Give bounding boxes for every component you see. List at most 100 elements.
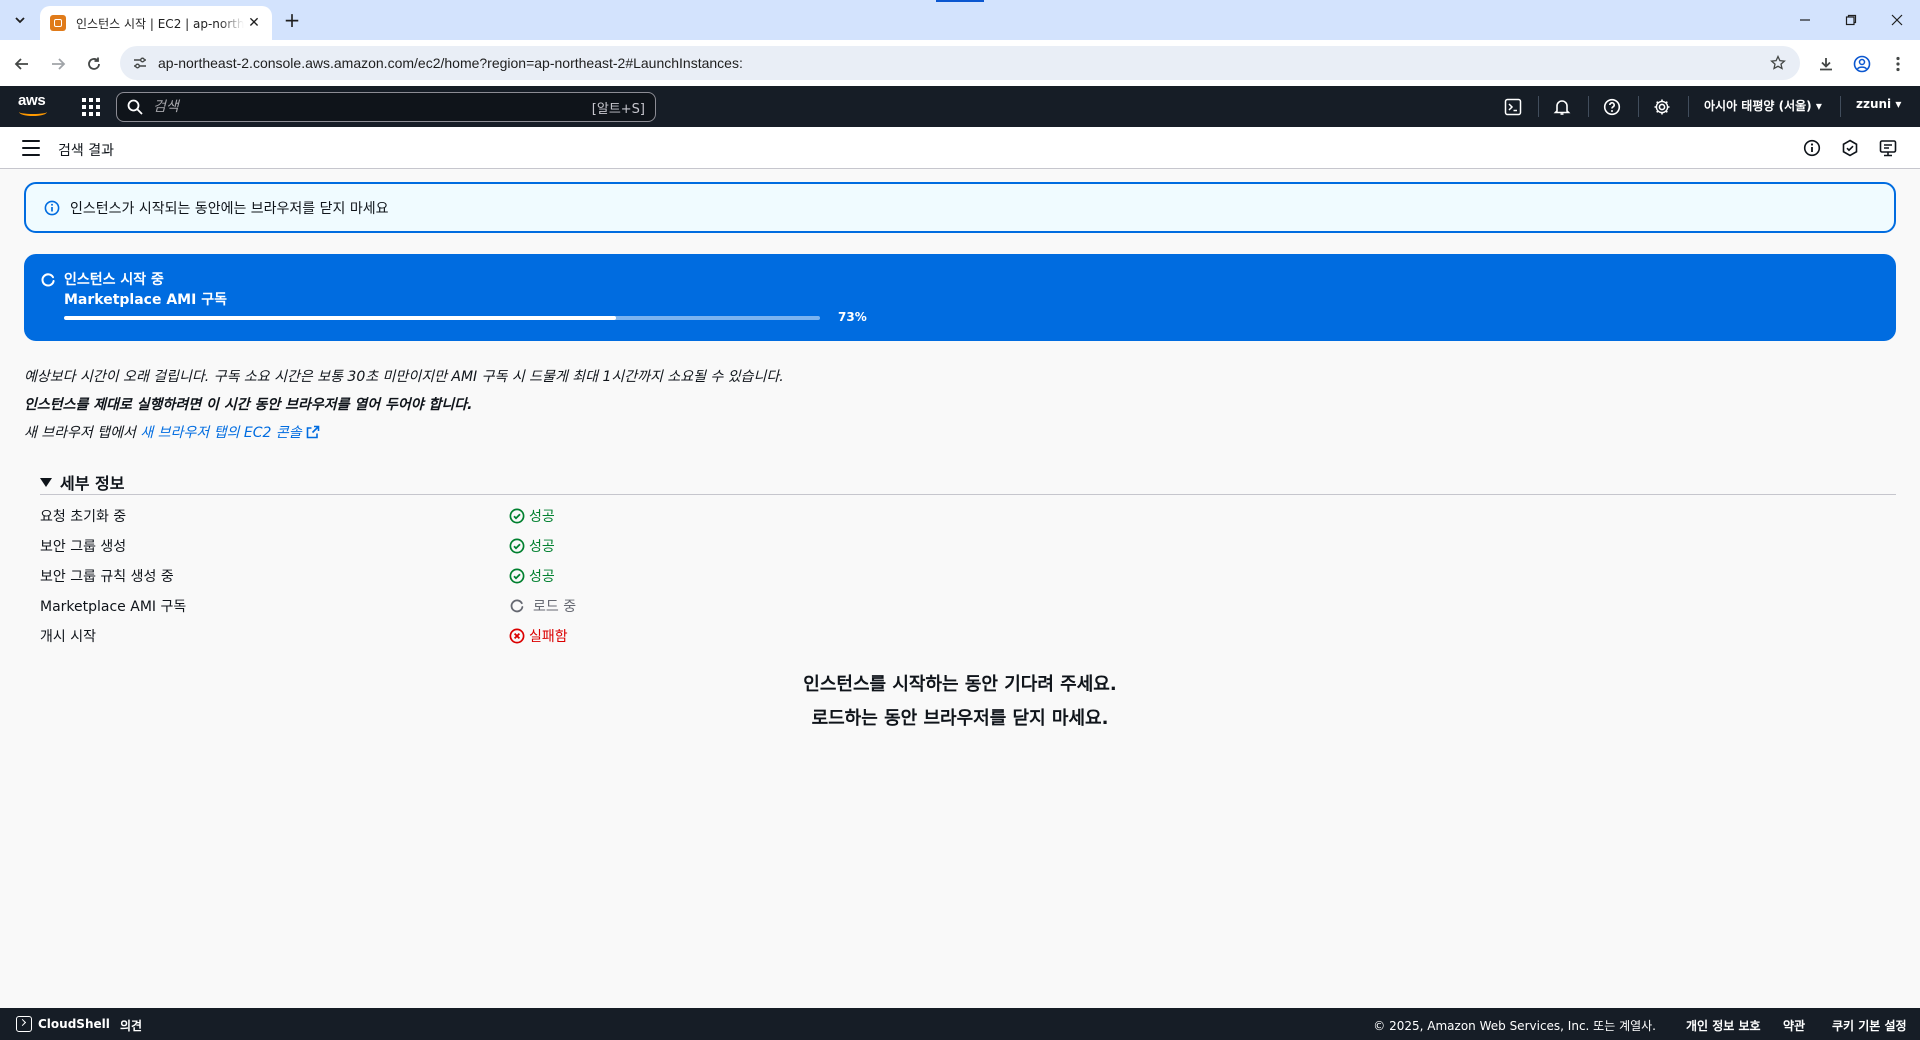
back-button[interactable] (8, 50, 36, 78)
detail-step-status: 실패함 (509, 626, 568, 646)
detail-step-label: 요청 초기화 중 (40, 509, 127, 525)
status-hexagon-icon[interactable] (1840, 138, 1860, 158)
aws-top-nav: aws [알트+S] 아시아 태평양 (서울) ▾ zzuni ▾ (0, 86, 1920, 127)
nav-divider (1588, 96, 1589, 117)
progress-subtitle: Marketplace AMI 구독 (64, 292, 227, 308)
tab-strip-indicator (936, 0, 984, 2)
breadcrumb[interactable]: 검색 결과 (58, 140, 114, 160)
url-text: ap-northeast-2.console.aws.amazon.com/ec… (158, 55, 743, 71)
nav-divider (1688, 96, 1689, 117)
launch-progress-flash: 인스턴스 시작 중 Marketplace AMI 구독 73% (24, 254, 1896, 341)
feedback-panel-icon[interactable] (1878, 138, 1898, 158)
address-bar[interactable]: ap-northeast-2.console.aws.amazon.com/ec… (120, 46, 1800, 80)
aws-favicon-icon (50, 15, 66, 31)
notifications-bell-icon[interactable] (1551, 96, 1573, 118)
wait-message-line2: 로드하는 동안 브라우저를 닫지 마세요. (811, 708, 1109, 729)
breadcrumb-bar: 검색 결과 (0, 127, 1920, 169)
tab-close-icon[interactable]: ✕ (244, 13, 264, 33)
error-circle-icon (509, 628, 525, 644)
help-icon[interactable] (1601, 96, 1623, 118)
details-heading: 세부 정보 (60, 474, 125, 493)
details-section-toggle[interactable]: 세부 정보 (40, 470, 124, 494)
detail-step-label: 보안 그룹 규칙 생성 중 (40, 569, 174, 585)
info-alert: 인스턴스가 시작되는 동안에는 브라우저를 닫지 마세요 (24, 182, 1896, 233)
account-menu[interactable]: zzuni ▾ (1856, 97, 1901, 111)
detail-step-row: Marketplace AMI 구독 로드 중 (40, 593, 1540, 617)
aws-logo[interactable]: aws (18, 93, 50, 119)
details-divider (40, 494, 1896, 495)
browser-toolbar: ap-northeast-2.console.aws.amazon.com/ec… (0, 40, 1920, 86)
chevron-down-icon (15, 17, 25, 24)
browser-menu-button[interactable] (1884, 50, 1912, 78)
wait-message-line1: 인스턴스를 시작하는 동안 기다려 주세요. (803, 674, 1117, 695)
progress-percent: 73% (838, 310, 867, 324)
loading-spinner-icon (41, 273, 55, 287)
info-icon (44, 200, 60, 215)
restore-button[interactable] (1828, 0, 1874, 40)
browser-tab-strip: 인스턴스 시작 | EC2 | ap-northeast-2 ✕ + (0, 0, 1920, 40)
services-menu-icon[interactable] (80, 96, 100, 116)
aws-smile-icon (19, 108, 47, 116)
profile-button[interactable] (1848, 50, 1876, 78)
detail-step-status: 성공 (509, 536, 555, 556)
bookmark-star-icon[interactable] (1768, 53, 1788, 73)
downloads-button[interactable] (1812, 50, 1840, 78)
detail-step-row: 보안 그룹 생성 성공 (40, 533, 1540, 557)
site-info-icon[interactable] (130, 53, 150, 73)
check-circle-icon (509, 568, 525, 584)
progress-bar (64, 316, 820, 320)
profile-icon (1853, 55, 1871, 73)
close-icon (1891, 14, 1903, 26)
close-window-button[interactable] (1874, 0, 1920, 40)
detail-step-label: Marketplace AMI 구독 (40, 599, 187, 615)
cloudshell-button[interactable]: CloudShell (16, 1016, 110, 1032)
privacy-link[interactable]: 개인 정보 보호 (1686, 1017, 1761, 1034)
caret-down-icon (40, 477, 52, 487)
external-link-icon (306, 425, 319, 439)
nav-divider (1638, 96, 1639, 117)
aws-footer: CloudShell 의견 © 2025, Amazon Web Service… (0, 1008, 1920, 1040)
forward-button[interactable] (44, 50, 72, 78)
tab-title: 인스턴스 시작 | EC2 | ap-northeast-2 (76, 16, 244, 31)
check-circle-icon (509, 538, 525, 554)
minimize-icon (1800, 19, 1810, 21)
detail-step-row: 요청 초기화 중 성공 (40, 503, 1540, 527)
delay-note: 예상보다 시간이 오래 걸립니다. 구독 소요 시간은 보통 30초 미만이지만… (24, 369, 784, 385)
search-icon (127, 99, 143, 115)
cookie-preferences-link[interactable]: 쿠키 기본 설정 (1832, 1017, 1907, 1034)
terms-link[interactable]: 약관 (1783, 1017, 1805, 1034)
search-input[interactable] (153, 99, 592, 115)
region-selector[interactable]: 아시아 태평양 (서울) ▾ (1704, 97, 1822, 114)
search-shortcut-hint: [알트+S] (591, 101, 645, 117)
tab-search-button[interactable] (8, 8, 32, 32)
more-vertical-icon (1896, 56, 1900, 72)
nav-divider (1538, 96, 1539, 117)
detail-step-label: 보안 그룹 생성 (40, 539, 127, 555)
check-circle-icon (509, 508, 525, 524)
arrow-left-icon (14, 58, 28, 70)
info-panel-icon[interactable] (1802, 138, 1822, 158)
keep-open-note: 인스턴스를 제대로 실행하려면 이 시간 동안 브라우저를 열어 두어야 합니다… (24, 397, 473, 413)
detail-step-row: 개시 시작 실패함 (40, 623, 1540, 647)
new-tab-button[interactable]: + (280, 8, 304, 32)
browser-tab-active[interactable]: 인스턴스 시작 | EC2 | ap-northeast-2 ✕ (40, 6, 272, 40)
detail-step-status: 성공 (509, 506, 555, 526)
copyright-text: © 2025, Amazon Web Services, Inc. 또는 계열사… (1373, 1019, 1656, 1033)
cloudshell-icon[interactable] (1502, 96, 1524, 118)
arrow-right-icon (52, 58, 66, 70)
feedback-link[interactable]: 의견 (120, 1017, 142, 1034)
restore-icon (1845, 14, 1857, 26)
download-icon (1820, 58, 1832, 71)
ec2-console-link[interactable]: 새 브라우저 탭의 EC2 콘솔 (140, 425, 301, 441)
minimize-button[interactable] (1782, 0, 1828, 40)
detail-step-row: 보안 그룹 규칙 생성 중 성공 (40, 563, 1540, 587)
detail-step-label: 개시 시작 (40, 629, 96, 645)
side-nav-toggle-icon[interactable] (22, 140, 40, 156)
aws-search-box[interactable]: [알트+S] (116, 92, 656, 122)
nav-divider (1840, 96, 1841, 117)
progress-title: 인스턴스 시작 중 (64, 272, 164, 288)
reload-button[interactable] (80, 50, 108, 78)
settings-gear-icon[interactable] (1651, 96, 1673, 118)
reload-icon (88, 57, 100, 70)
loading-spinner-icon (510, 599, 524, 613)
